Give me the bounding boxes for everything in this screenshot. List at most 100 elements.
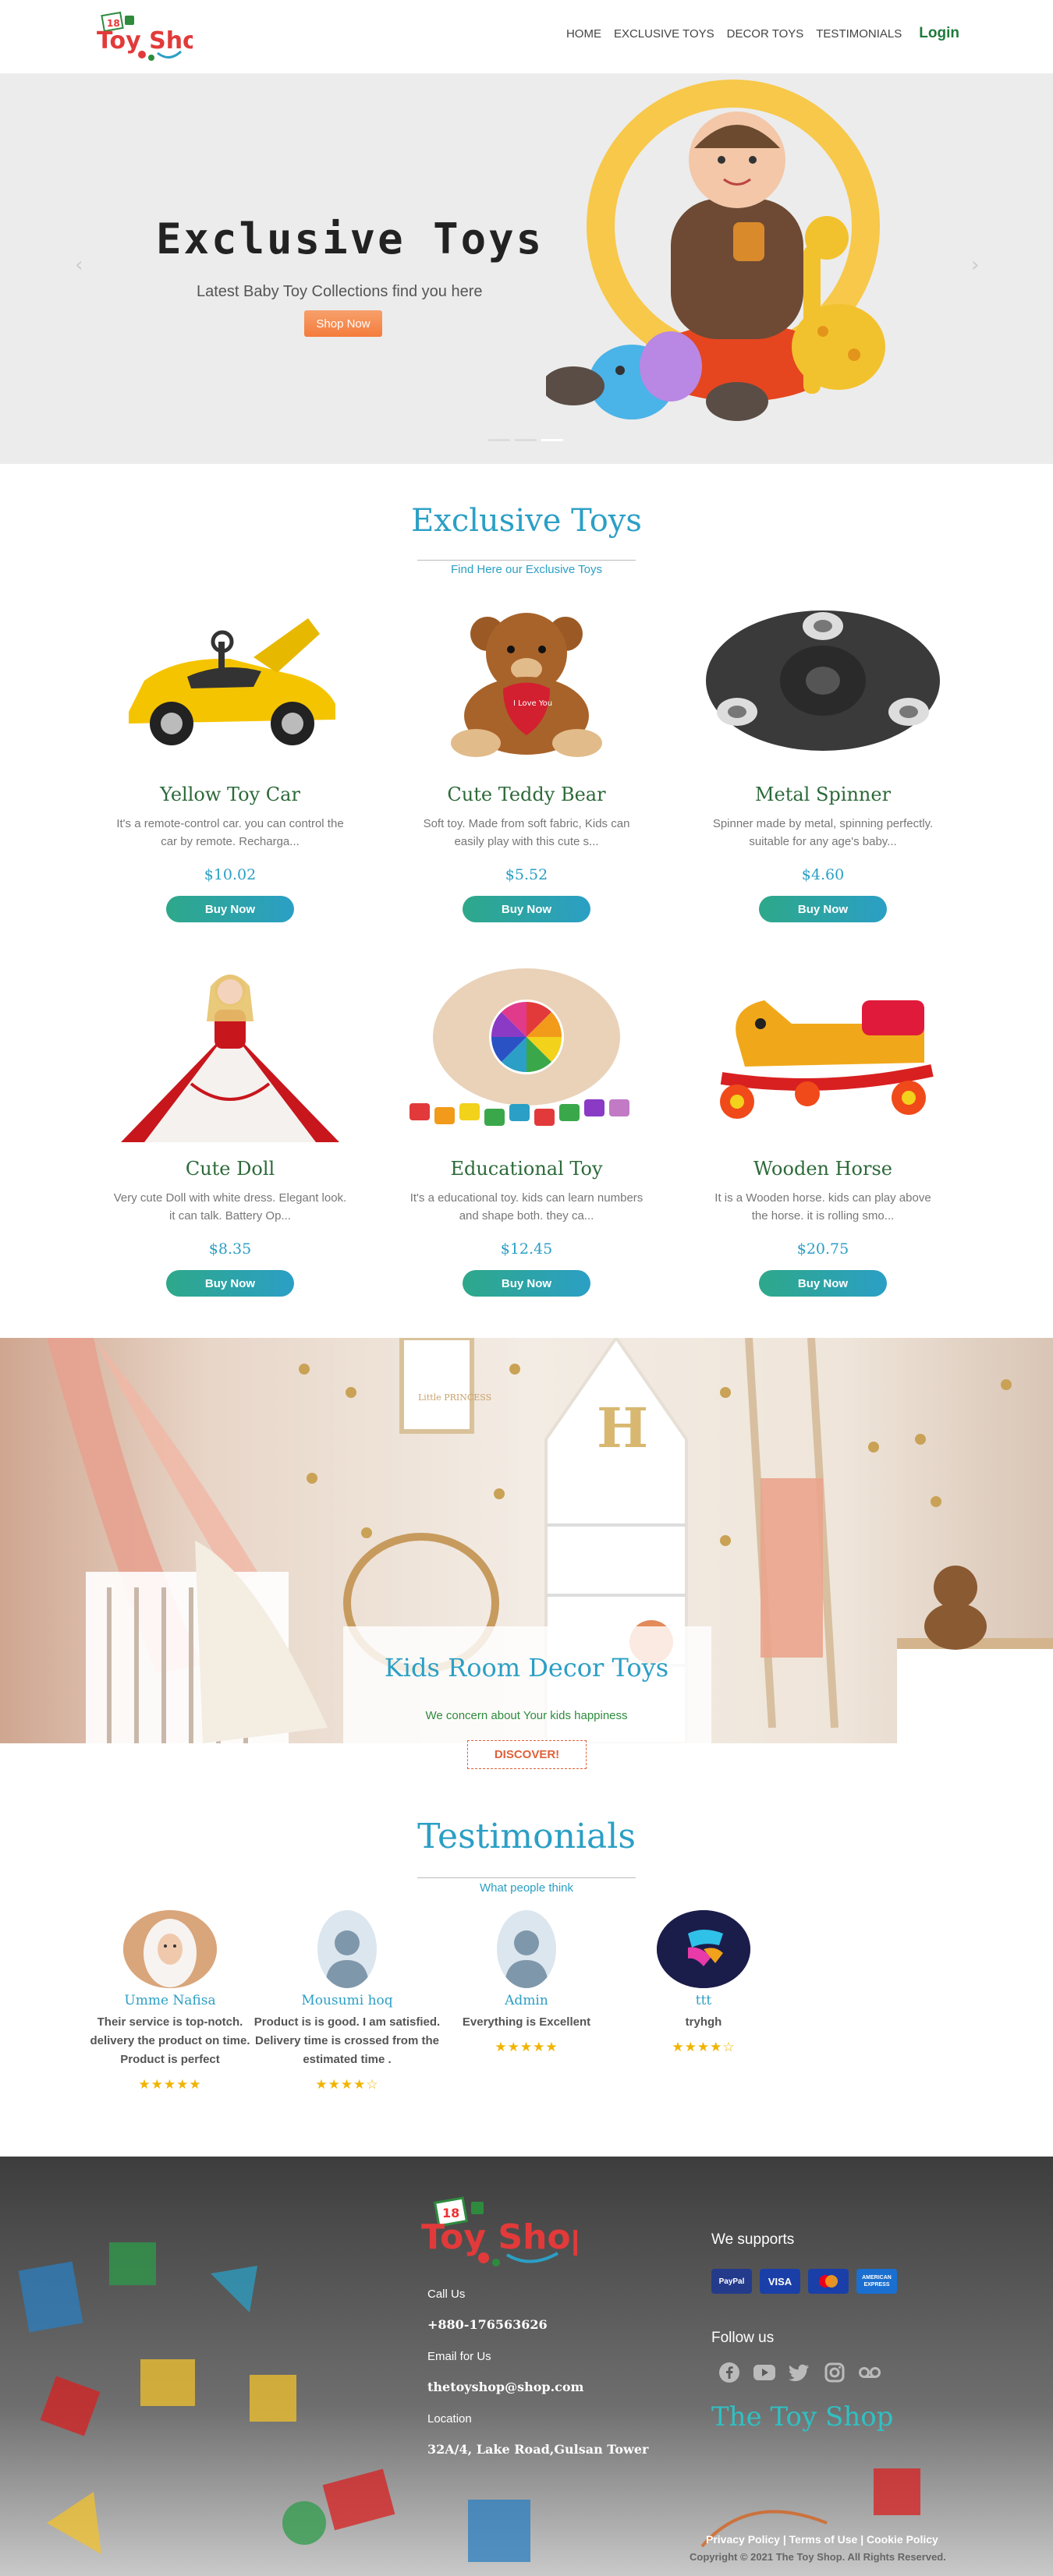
product-description: Very cute Doll with white dress. Elegant… <box>113 1191 347 1223</box>
hero-baby-image <box>542 74 920 464</box>
policy-links[interactable]: Privacy Policy | Terms of Use | Cookie P… <box>706 2533 938 2546</box>
carousel-dot-active[interactable] <box>541 439 563 441</box>
visa-icon: VISA <box>760 2269 800 2294</box>
avatar <box>657 1910 750 1988</box>
testimonial-name: ttt <box>695 1993 712 2008</box>
product-price: $8.35 <box>208 1240 252 1258</box>
testimonial-card: ttt tryhgh ★★★★☆ <box>610 1910 797 2055</box>
product-name: Cute Doll <box>185 1158 275 1180</box>
nav-home[interactable]: HOME <box>566 27 601 41</box>
section-divider <box>417 1877 636 1878</box>
product-card: I Love You Cute Teddy Bear Soft toy. Mad… <box>394 593 659 922</box>
testimonial-message: Their service is top-notch. delivery the… <box>90 2015 250 2066</box>
location-label: Location <box>427 2412 472 2426</box>
yellow-toy-car-image <box>98 593 363 768</box>
testimonial-card: Mousumi hoq Product is is good. I am sat… <box>254 1910 441 2093</box>
testimonial-card: Admin Everything is Excellent ★★★★★ <box>433 1910 620 2055</box>
nav-exclusive-toys[interactable]: EXCLUSIVE TOYS <box>614 27 714 41</box>
product-price: $4.60 <box>801 866 845 883</box>
frame-text: Little PRINCESS <box>418 1392 491 1403</box>
decor-title: Kids Room Decor Toys <box>384 1653 669 1683</box>
product-name: Cute Teddy Bear <box>447 784 606 805</box>
youtube-icon[interactable] <box>753 2361 776 2384</box>
product-price: $20.75 <box>796 1240 849 1258</box>
buy-now-button[interactable]: Buy Now <box>759 896 887 922</box>
discover-button[interactable]: DISCOVER! <box>467 1740 587 1769</box>
star-rating: ★★★★★ <box>495 2040 558 2055</box>
carousel-indicators <box>488 439 563 441</box>
product-price: $10.02 <box>204 866 257 883</box>
footer-logo[interactable]: 18 Toy Shop <box>421 2192 595 2270</box>
login-link[interactable]: Login <box>919 25 959 42</box>
hero-carousel: ‹ › Exclusive Toys Latest Baby Toy Colle… <box>0 74 1053 464</box>
testimonial-message: Product is is good. I am satisfied. Deli… <box>254 2015 441 2066</box>
carousel-dot[interactable] <box>488 439 510 441</box>
product-name: Metal Spinner <box>754 784 892 805</box>
buy-now-button[interactable]: Buy Now <box>166 1270 294 1297</box>
product-name: Educational Toy <box>450 1158 603 1180</box>
nav-testimonials[interactable]: TESTIMONIALS <box>816 27 902 41</box>
product-card: Wooden Horse It is a Wooden horse. kids … <box>690 967 956 1297</box>
star-rating: ★★★★☆ <box>315 2077 379 2093</box>
teddy-bear-image: I Love You <box>394 593 659 768</box>
twitter-icon[interactable] <box>788 2361 811 2384</box>
instagram-icon[interactable] <box>823 2361 846 2384</box>
product-card: Yellow Toy Car It's a remote-control car… <box>98 593 363 922</box>
facebook-icon[interactable] <box>718 2361 741 2384</box>
hero-subtitle: Latest Baby Toy Collections find you her… <box>197 283 483 300</box>
wooden-horse-image <box>690 967 956 1142</box>
amex-icon: AMERICAN EXPRESS <box>856 2269 897 2294</box>
email-address[interactable]: thetoyshop@shop.com <box>427 2380 583 2394</box>
footer-logo-text: Toy Shop <box>421 2217 577 2257</box>
avatar <box>317 1910 377 1988</box>
buy-now-button[interactable]: Buy Now <box>463 896 590 922</box>
carousel-next-arrow[interactable]: › <box>971 253 979 277</box>
toy-shop-logo[interactable]: 18 Toy Shop <box>95 8 215 66</box>
buy-now-button[interactable]: Buy Now <box>759 1270 887 1297</box>
address: 32A/4, Lake Road,Gulsan Tower <box>427 2442 649 2457</box>
product-name: Wooden Horse <box>753 1158 892 1180</box>
testimonial-message: Everything is Excellent <box>462 2015 591 2029</box>
cute-doll-image <box>98 967 363 1142</box>
testimonials-subtitle: What people think <box>479 1881 574 1895</box>
voicemail-icon[interactable] <box>858 2361 881 2384</box>
exclusive-section-title: Exclusive Toys <box>411 503 642 539</box>
product-description: It's a remote-control car. you can contr… <box>116 817 344 848</box>
exclusive-section-subtitle: Find Here our Exclusive Toys <box>451 563 602 576</box>
decor-letter: H <box>597 1396 648 1460</box>
testimonials-title: Testimonials <box>417 1817 636 1856</box>
buy-now-button[interactable]: Buy Now <box>166 896 294 922</box>
email-label: Email for Us <box>427 2350 491 2363</box>
decor-subtitle: We concern about Your kids happiness <box>425 1709 628 1722</box>
avatar <box>497 1910 556 1988</box>
copyright: Copyright © 2021 The Toy Shop. All Right… <box>690 2551 946 2563</box>
call-label: Call Us <box>427 2288 466 2301</box>
follow-title: Follow us <box>711 2330 775 2346</box>
star-rating: ★★★★☆ <box>672 2040 736 2055</box>
paypal-icon: PayPal <box>711 2269 752 2294</box>
teddy-heart-text: I Love You <box>513 699 552 708</box>
star-rating: ★★★★★ <box>138 2077 202 2093</box>
product-description: It's a educational toy. kids can learn n… <box>410 1191 644 1223</box>
testimonial-message: tryhgh <box>685 2015 722 2029</box>
logo-text: Toy Shop <box>97 27 193 55</box>
footer-brand-name: The Toy Shop <box>711 2401 894 2433</box>
hero-title: Exclusive Toys <box>156 214 544 264</box>
product-description: Soft toy. Made from soft fabric, Kids ca… <box>423 817 630 848</box>
product-description: Spinner made by metal, spinning perfectl… <box>712 817 934 848</box>
section-divider <box>417 560 636 561</box>
decor-caption-card <box>343 1626 711 1743</box>
footer: 18 Toy Shop Call Us +880-176563626 Email… <box>0 2157 1053 2576</box>
educational-toy-image <box>394 967 659 1142</box>
buy-now-button[interactable]: Buy Now <box>463 1270 590 1297</box>
phone-number[interactable]: +880-176563626 <box>427 2317 548 2332</box>
carousel-dot[interactable] <box>515 439 537 441</box>
testimonial-name: Umme Nafisa <box>124 1993 216 2008</box>
product-card: Educational Toy It's a educational toy. … <box>394 967 659 1297</box>
shop-now-button[interactable]: Shop Now <box>304 310 382 337</box>
avatar <box>123 1910 217 1988</box>
carousel-prev-arrow[interactable]: ‹ <box>75 253 83 277</box>
product-price: $5.52 <box>505 866 548 883</box>
nav-decor-toys[interactable]: DECOR TOYS <box>727 27 804 41</box>
product-name: Yellow Toy Car <box>160 784 300 805</box>
